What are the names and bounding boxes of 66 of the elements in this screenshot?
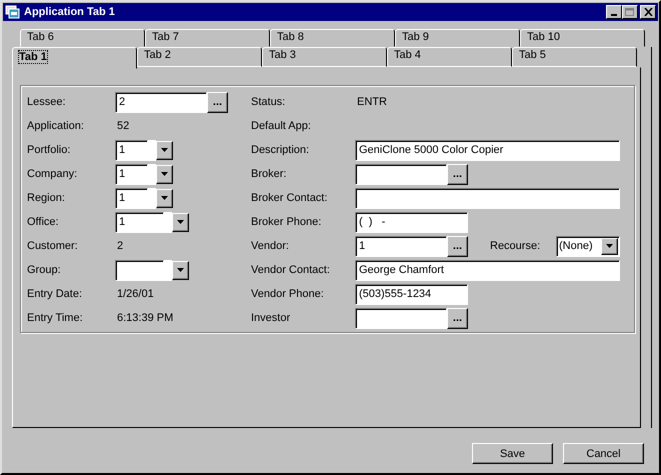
- maximize-icon: [625, 8, 635, 16]
- field-label: Status:: [251, 96, 286, 108]
- field-label: Recourse:: [490, 240, 542, 252]
- tab[interactable]: Tab 5: [512, 47, 637, 67]
- input-field[interactable]: (503)555-1234: [355, 284, 468, 304]
- dropdown-arrow-icon: [177, 268, 184, 272]
- combo-field[interactable]: (None): [556, 236, 620, 256]
- app-icon: [5, 5, 21, 19]
- input-field[interactable]: 2: [115, 92, 207, 112]
- tab[interactable]: Tab 10: [520, 29, 645, 47]
- field-label: Description:: [251, 144, 310, 156]
- input-field[interactable]: George Chamfort: [355, 260, 620, 280]
- window-title: Application Tab 1: [24, 6, 116, 18]
- field-label: Entry Date:: [27, 288, 84, 300]
- field-label: Default App:: [251, 120, 312, 132]
- close-icon: [644, 8, 652, 16]
- input-field[interactable]: 1: [355, 236, 447, 256]
- field-label: Entry Time:: [27, 312, 84, 324]
- field-value: 2: [116, 240, 124, 252]
- save-button[interactable]: Save: [472, 443, 553, 464]
- tab[interactable]: Tab 1: [12, 47, 137, 69]
- dropdown-button[interactable]: [601, 238, 618, 254]
- field-label: Group:: [27, 264, 62, 276]
- tab[interactable]: Tab 2: [137, 47, 262, 67]
- tab[interactable]: Tab 3: [262, 47, 387, 67]
- browse-button[interactable]: ...: [447, 164, 468, 184]
- input-field[interactable]: GeniClone 5000 Color Copier: [355, 140, 620, 160]
- input-field[interactable]: [355, 164, 447, 184]
- input-field[interactable]: ( ) -: [355, 212, 468, 232]
- combo-field[interactable]: [115, 260, 189, 280]
- field-label: Broker Contact:: [251, 192, 328, 204]
- field-value: 1/26/01: [116, 288, 154, 300]
- field-label: Investor: [251, 312, 292, 324]
- dropdown-arrow-icon: [161, 148, 168, 152]
- tab[interactable]: Tab 8: [270, 29, 395, 47]
- maximize-button[interactable]: [622, 5, 638, 19]
- browse-button[interactable]: ...: [207, 92, 228, 112]
- field-label: Broker Phone:: [251, 216, 322, 228]
- field-label: Application:: [27, 120, 85, 132]
- field-value: 52: [116, 120, 130, 132]
- field-label: Lessee:: [27, 96, 67, 108]
- field-label: Office:: [27, 216, 60, 228]
- cancel-button[interactable]: Cancel: [563, 443, 644, 464]
- field-label: Vendor Contact:: [251, 264, 331, 276]
- field-value: 6:13:39 PM: [116, 312, 174, 324]
- field-label: Company:: [27, 168, 78, 180]
- input-field[interactable]: [355, 188, 620, 208]
- field-label: Vendor Phone:: [251, 288, 325, 300]
- field-label: Vendor:: [251, 240, 290, 252]
- dropdown-arrow-icon: [161, 172, 168, 176]
- dropdown-arrow-icon: [177, 220, 184, 224]
- minimize-button[interactable]: [606, 5, 622, 19]
- browse-button[interactable]: ...: [447, 236, 468, 256]
- tab[interactable]: Tab 9: [395, 29, 520, 47]
- field-label: Portfolio:: [27, 144, 72, 156]
- tab[interactable]: Tab 4: [387, 47, 512, 67]
- field-label: Region:: [27, 192, 66, 204]
- field-label: Customer:: [27, 240, 79, 252]
- close-button[interactable]: [640, 5, 656, 19]
- field-value: ENTR: [356, 96, 387, 108]
- tab[interactable]: Tab 7: [145, 29, 270, 47]
- field-label: Broker:: [251, 168, 288, 180]
- browse-button[interactable]: ...: [447, 308, 468, 328]
- dropdown-arrow-icon: [606, 244, 613, 248]
- dropdown-arrow-icon: [161, 196, 168, 200]
- input-field[interactable]: [355, 308, 447, 328]
